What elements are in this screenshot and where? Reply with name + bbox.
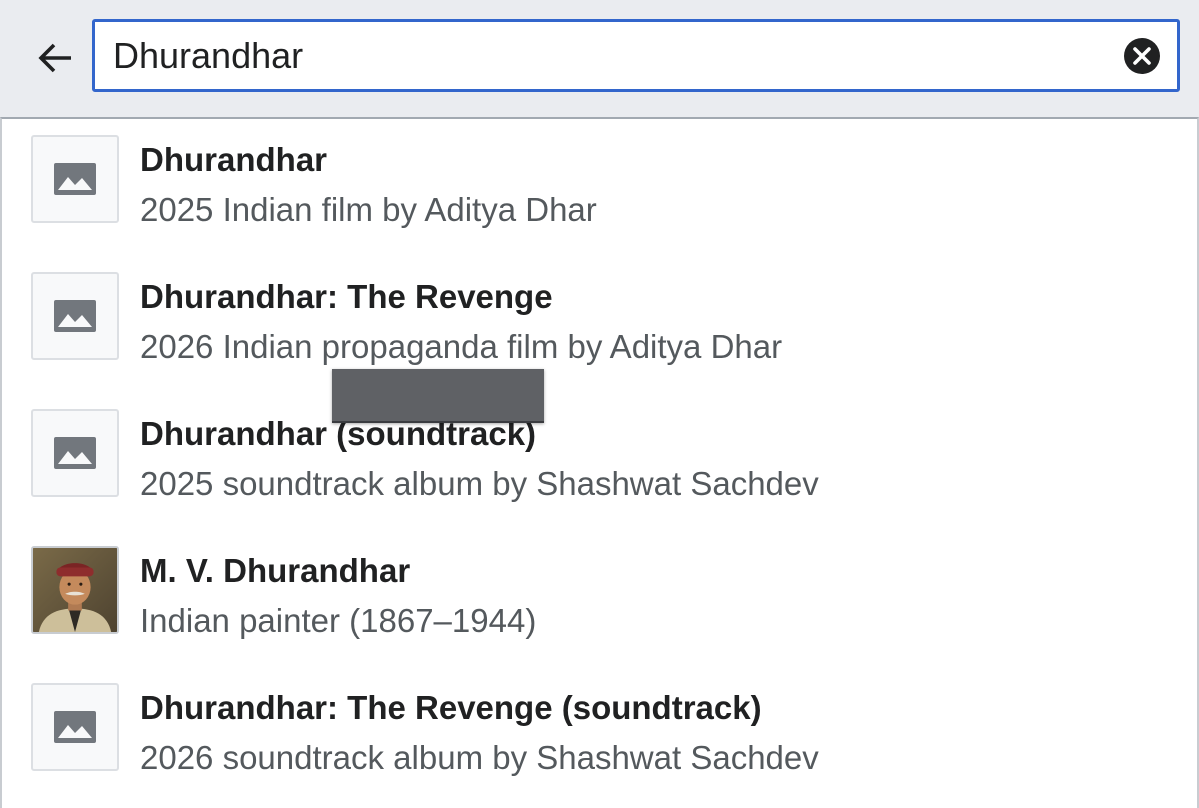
image-icon <box>54 711 96 743</box>
overlay-block <box>332 369 544 423</box>
image-icon <box>54 437 96 469</box>
search-box <box>92 19 1180 92</box>
result-title: Dhurandhar: The Revenge (soundtrack) <box>140 689 762 726</box>
search-input[interactable] <box>113 22 1093 89</box>
search-page: Dhurandhar 2025 Indian film by Aditya Dh… <box>0 0 1199 808</box>
result-thumbnail <box>31 683 119 771</box>
image-icon <box>54 300 96 332</box>
result-description: 2026 Indian propaganda film by Aditya Dh… <box>140 328 783 365</box>
result-thumbnail-portrait <box>31 546 119 634</box>
result-description: Indian painter (1867–1944) <box>140 602 537 639</box>
search-result-item[interactable]: Dhurandhar: The Revenge 2026 Indian prop… <box>2 256 1197 393</box>
search-header <box>0 0 1199 117</box>
result-description: 2025 Indian film by Aditya Dhar <box>140 191 597 228</box>
clear-circle-icon <box>1124 38 1160 74</box>
portrait-image <box>33 548 117 632</box>
back-button[interactable] <box>26 30 84 86</box>
search-result-item[interactable]: Dhurandhar (soundtrack) 2025 soundtrack … <box>2 393 1197 530</box>
result-title: M. V. Dhurandhar <box>140 552 411 589</box>
result-thumbnail <box>31 272 119 360</box>
search-results-list: Dhurandhar 2025 Indian film by Aditya Dh… <box>0 117 1199 808</box>
clear-button[interactable] <box>1123 37 1161 75</box>
search-result-item[interactable]: M. V. Dhurandhar Indian painter (1867–19… <box>2 530 1197 667</box>
result-thumbnail <box>31 135 119 223</box>
result-title: Dhurandhar <box>140 141 328 178</box>
search-result-item[interactable]: Dhurandhar: The Revenge (soundtrack) 202… <box>2 667 1197 804</box>
result-description: 2026 soundtrack album by Shashwat Sachde… <box>140 739 819 776</box>
image-icon <box>54 163 96 195</box>
search-result-item[interactable]: Dhurandhar 2025 Indian film by Aditya Dh… <box>2 119 1197 256</box>
result-description: 2025 soundtrack album by Shashwat Sachde… <box>140 465 819 502</box>
arrow-left-icon <box>38 43 71 73</box>
result-thumbnail <box>31 409 119 497</box>
result-title: Dhurandhar: The Revenge <box>140 278 553 315</box>
